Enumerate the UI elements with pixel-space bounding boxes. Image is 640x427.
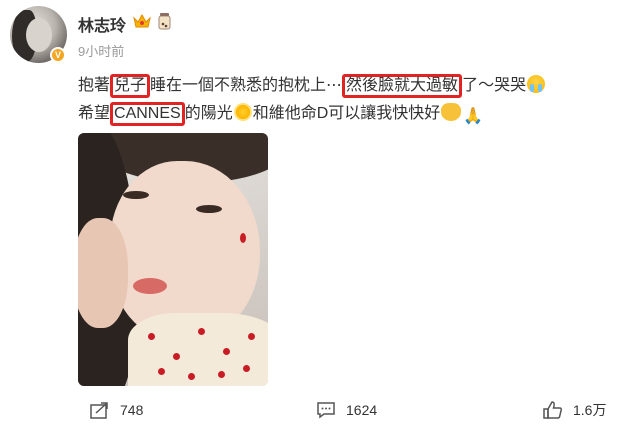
praying-hands-icon: 🙏 — [463, 108, 484, 125]
post-text: 的陽光 — [184, 105, 233, 122]
post-photo[interactable] — [78, 133, 268, 386]
comment-icon — [317, 402, 335, 419]
crying-face-icon — [527, 75, 546, 93]
comment-count: 1624 — [346, 402, 378, 418]
highlight-box: CANNES — [110, 102, 185, 126]
action-bar: 748 1624 1.6万 — [0, 396, 640, 424]
post-timestamp: 9小时前 — [78, 44, 125, 59]
post-text: 了～哭哭 — [462, 77, 527, 94]
share-count: 748 — [120, 402, 144, 418]
highlight-box: 然後臉就大過敏 — [342, 74, 463, 98]
like-button[interactable]: 1.6万 — [543, 396, 606, 424]
share-icon — [90, 402, 108, 419]
thumbs-up-icon — [543, 401, 563, 419]
drink-badge-icon — [158, 13, 171, 30]
comment-button[interactable]: 1624 — [316, 396, 377, 424]
like-count: 1.6万 — [573, 402, 607, 418]
share-button[interactable]: 748 — [90, 396, 143, 424]
highlight-box: 兒子 — [110, 74, 151, 98]
open-hands-icon — [441, 103, 462, 121]
post-text: 抱著 — [78, 77, 111, 94]
post-text: 和維他命D可以讓我快快好 — [252, 105, 441, 122]
post-text-line-2: 希望 CANNES 的陽光 和維他命D可以讓我快快好 🙏 — [78, 99, 484, 126]
sun-icon — [233, 103, 252, 121]
verified-badge-icon: V — [50, 47, 66, 63]
crown-badge-icon — [133, 13, 151, 28]
post-text: 睡在一個不熟悉的抱枕上⋯ — [150, 77, 343, 94]
post-text-line-1: 抱著 兒子 睡在一個不熟悉的抱枕上⋯ 然後臉就大過敏 了～哭哭 — [78, 71, 546, 98]
username[interactable]: 林志玲 — [78, 12, 126, 36]
post-text: 希望 — [78, 105, 111, 122]
